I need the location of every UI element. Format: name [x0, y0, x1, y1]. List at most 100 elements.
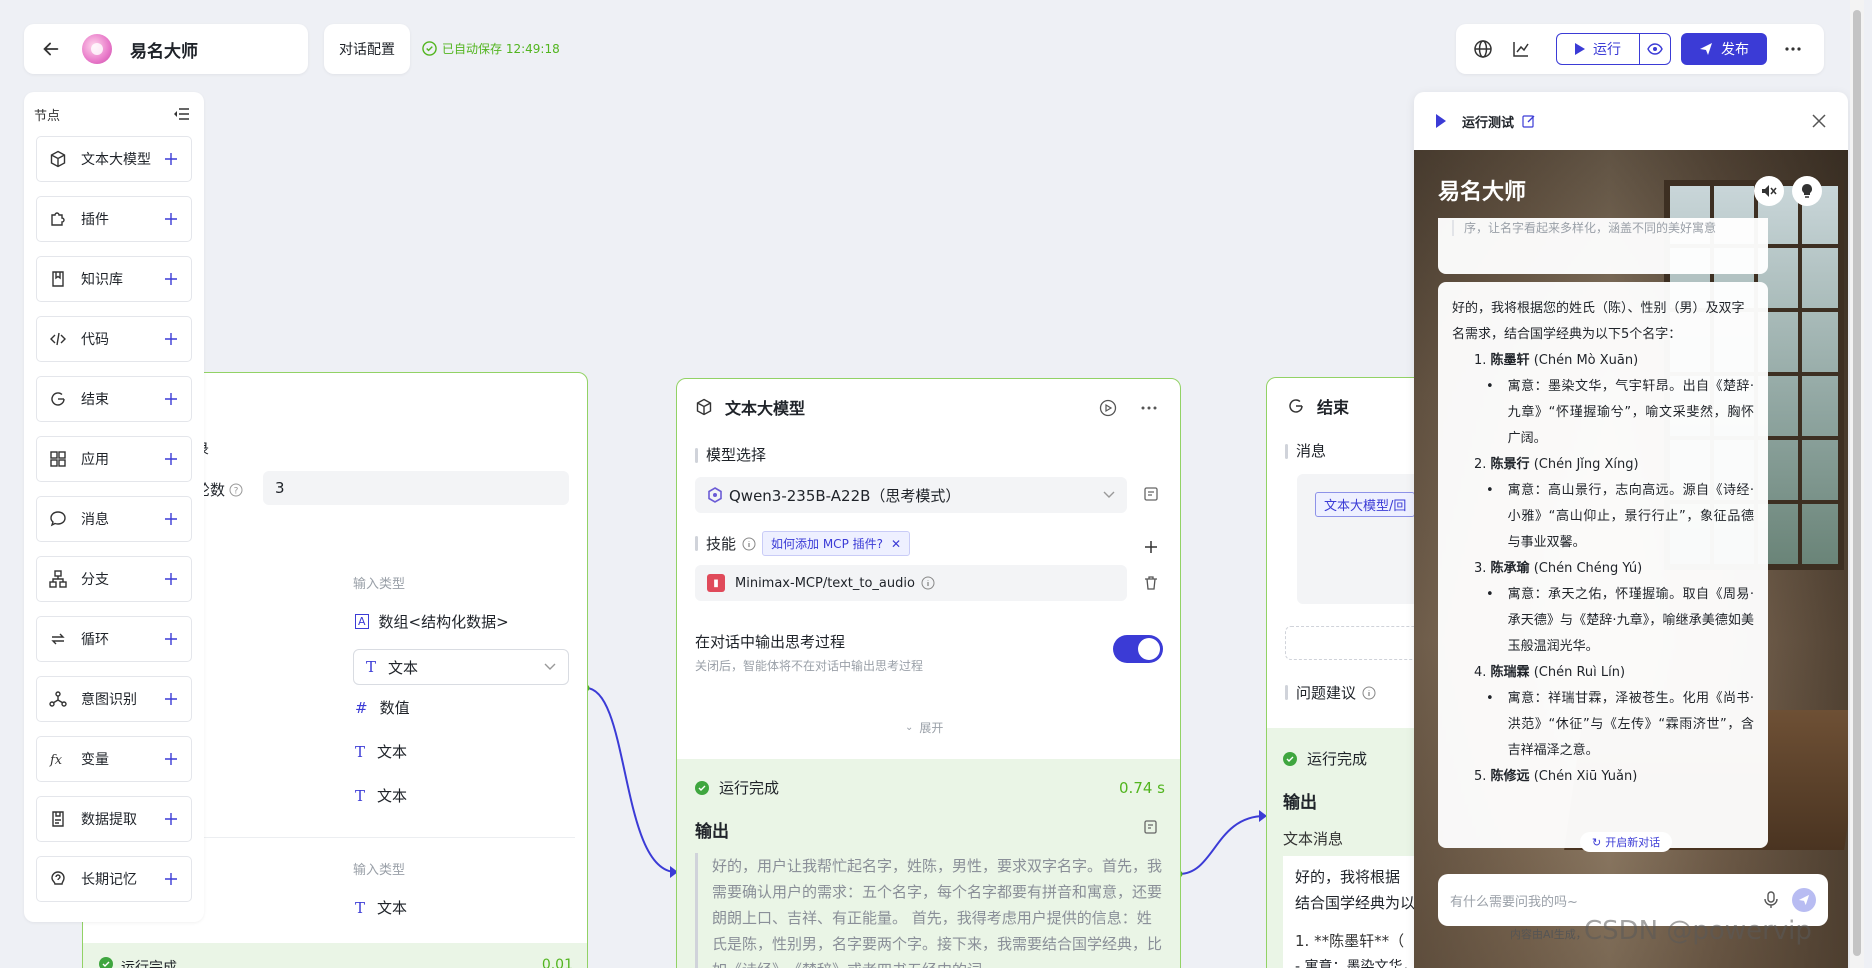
page-scrollbar[interactable]: [1850, 0, 1864, 968]
run-node-icon[interactable]: [1099, 399, 1117, 417]
send-button[interactable]: [1792, 888, 1816, 912]
dialog-config-tab[interactable]: 对话配置: [324, 24, 410, 74]
analytics-button[interactable]: [1506, 34, 1536, 64]
plus-icon[interactable]: [163, 751, 179, 767]
mic-style-button[interactable]: [1792, 176, 1822, 206]
sidebar-item-9[interactable]: 意图识别: [36, 676, 192, 722]
help-icon: ?: [229, 483, 243, 496]
info-icon: [921, 576, 935, 590]
end-status: 运行完成: [1283, 748, 1367, 769]
array-icon: A: [355, 614, 369, 629]
cube-icon: [49, 150, 67, 168]
type-select[interactable]: T 文本: [353, 649, 569, 685]
more-dots-icon[interactable]: [1141, 406, 1157, 410]
message-box[interactable]: 文本大模型/回: [1297, 474, 1425, 604]
plus-icon[interactable]: [163, 331, 179, 347]
plus-icon[interactable]: [163, 211, 179, 227]
code-icon: [49, 330, 67, 348]
text-message-label: 文本消息: [1283, 830, 1344, 848]
chat-background-image: 易名大师 序，让名字看起来多样化，涵盖不同的美好寓意 好的，我将根据您的姓氏（陈…: [1414, 150, 1848, 968]
back-arrow-icon[interactable]: [40, 38, 62, 60]
trash-icon[interactable]: [1143, 575, 1159, 591]
variable-tag[interactable]: 文本大模型/回: [1315, 492, 1416, 517]
check-circle-icon: [1283, 751, 1297, 766]
sidebar-item-6[interactable]: 消息: [36, 496, 192, 542]
model-select[interactable]: Qwen3-235B-A22B（思考模式）: [695, 477, 1127, 513]
extract-icon: [49, 810, 67, 828]
expand-button[interactable]: ⌄ 展开: [905, 719, 943, 736]
add-skill-icon[interactable]: [1143, 539, 1159, 555]
type-text-a: T 文本: [355, 742, 408, 762]
bot-name: 易名大师: [1438, 180, 1527, 205]
plus-icon[interactable]: [163, 391, 179, 407]
sidebar-item-3[interactable]: 代码: [36, 316, 192, 362]
plus-icon[interactable]: [163, 271, 179, 287]
sidebar-node-list: 文本大模型插件知识库代码结束应用消息分支循环意图识别 fx 变量数据提取长期记忆: [36, 136, 192, 902]
plus-icon[interactable]: [163, 871, 179, 887]
app-header: 易名大师: [24, 24, 308, 74]
autosave-status: 已自动保存 12:49:18: [422, 40, 560, 57]
mcp-help-tag[interactable]: 如何添加 MCP 插件? ✕: [762, 531, 911, 556]
think-toggle-switch[interactable]: [1113, 635, 1163, 663]
node1-status: 运行完成 0.01: [83, 943, 587, 968]
llm-node[interactable]: 文本大模型 模型选择 Qwen3-235B-A22B（思考模式） 技能 如何添加…: [676, 378, 1181, 968]
scrollbar-thumb[interactable]: [1853, 10, 1861, 956]
plugin-item[interactable]: ▮ Minimax-MCP/text_to_audio: [695, 565, 1127, 601]
sidebar-item-0[interactable]: 文本大模型: [36, 136, 192, 182]
plus-icon[interactable]: [163, 811, 179, 827]
plus-icon[interactable]: [163, 151, 179, 167]
sidebar-item-4[interactable]: 结束: [36, 376, 192, 422]
svg-text:?: ?: [234, 486, 239, 496]
watermark: CSDN @powervip: [1584, 916, 1812, 946]
globe-button[interactable]: [1468, 34, 1498, 64]
skill-row: 技能 如何添加 MCP 插件? ✕: [695, 531, 911, 556]
sidebar-item-10[interactable]: fx 变量: [36, 736, 192, 782]
plus-icon[interactable]: [163, 571, 179, 587]
sidebar-item-label: 代码: [81, 332, 109, 348]
sidebar-item-8[interactable]: 循环: [36, 616, 192, 662]
end-node[interactable]: 结束 消息 文本大模型/回 问题建议 运行完成 输出 文本消息 好的，我将根据 …: [1266, 377, 1426, 968]
run-button[interactable]: 运行: [1557, 34, 1640, 64]
sidebar-item-12[interactable]: 长期记忆: [36, 856, 192, 902]
new-chat-button[interactable]: ↻ 开启新对话: [1580, 832, 1673, 852]
sidebar-item-1[interactable]: 插件: [36, 196, 192, 242]
name-entry: 5. 陈修远 (Chén Xiū Yuǎn): [1474, 769, 1638, 784]
text-type-icon: T: [355, 786, 366, 805]
collapse-list-icon[interactable]: [174, 107, 190, 121]
copy-icon[interactable]: [1143, 819, 1159, 835]
type-text-b: T 文本: [355, 786, 408, 806]
sidebar-item-7[interactable]: 分支: [36, 556, 192, 602]
app-avatar: [82, 34, 112, 64]
microphone-icon[interactable]: [1764, 891, 1778, 909]
sidebar-item-11[interactable]: 数据提取: [36, 796, 192, 842]
more-button[interactable]: [1781, 47, 1805, 51]
mute-button[interactable]: [1754, 176, 1784, 206]
close-icon[interactable]: ✕: [891, 537, 901, 551]
sidebar-item-label: 插件: [81, 212, 109, 228]
plus-icon[interactable]: [163, 451, 179, 467]
plus-icon[interactable]: [163, 631, 179, 647]
svg-text:fx: fx: [49, 753, 63, 768]
sidebar-item-5[interactable]: 应用: [36, 436, 192, 482]
preview-button[interactable]: [1640, 34, 1670, 64]
plus-icon[interactable]: [163, 511, 179, 527]
llm-status: 运行完成 0.74 s: [695, 777, 1165, 798]
think-toggle-title: 在对话中输出思考过程: [695, 633, 846, 651]
rounds-input[interactable]: 3: [263, 471, 569, 505]
run-panel-header: 运行测试: [1414, 92, 1848, 150]
plus-icon[interactable]: [163, 691, 179, 707]
add-message-slot[interactable]: [1285, 626, 1425, 660]
close-icon[interactable]: [1812, 114, 1826, 128]
think-toggle-desc: 关闭后，智能体将不在对话中输出思考过程: [695, 659, 924, 673]
mute-icon: [1762, 185, 1777, 197]
sidebar-item-2[interactable]: 知识库: [36, 256, 192, 302]
model-settings-icon[interactable]: [1143, 486, 1159, 502]
publish-button[interactable]: 发布: [1681, 33, 1767, 65]
llm-node-title: 文本大模型: [695, 395, 805, 419]
sidebar-item-label: 文本大模型: [81, 152, 151, 168]
edit-icon[interactable]: [1522, 114, 1536, 128]
text-type-icon: T: [355, 742, 366, 761]
sidebar-item-label: 结束: [81, 392, 109, 408]
chevron-down-icon: [544, 663, 556, 670]
type-text-c: T 文本: [355, 898, 408, 918]
